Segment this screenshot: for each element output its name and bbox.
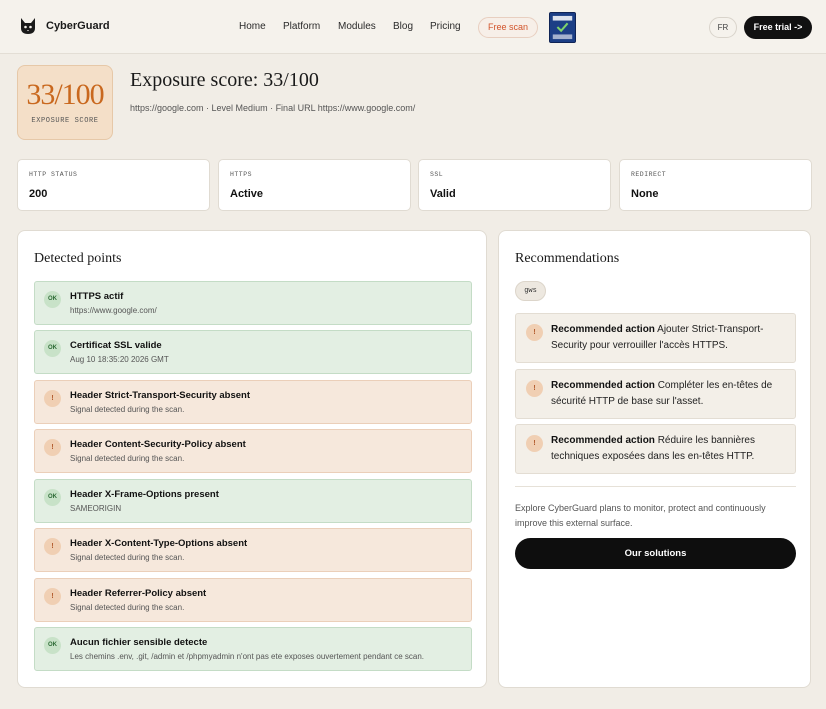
cat-logo-icon[interactable] [20,17,36,35]
point-title: Header Strict-Transport-Security absent [70,390,251,401]
detected-point-item: ! Header X-Content-Type-Options absent S… [34,528,472,572]
point-detail: Aug 10 18:35:20 2026 GMT [70,355,169,364]
recommendation-text: Recommended action Ajouter Strict-Transp… [551,322,787,354]
stat-label: HTTPS [230,171,253,178]
stat-label: SSL [430,171,444,178]
page-subtitle: https://google.com · Level Medium · Fina… [130,103,416,113]
stat-value: None [631,188,659,200]
recommendation-item: ! Recommended action Réduire les bannièr… [515,424,796,474]
warning-status-icon: ! [526,324,543,341]
stat-value: 200 [29,188,48,200]
server-tag: gws [515,281,546,301]
point-detail: Les chemins .env, .git, /admin et /phpmy… [70,652,425,661]
point-title: Aucun fichier sensible detecte [70,637,208,648]
cyber-essentials-plus-badge [549,12,576,43]
recommendation-text: Recommended action Compléter les en-tête… [551,378,787,410]
point-title: Header Content-Security-Policy absent [70,439,246,450]
divider [515,486,796,487]
point-title: HTTPS actif [70,291,124,302]
free-scan-button[interactable]: Free scan [478,17,538,38]
recommendation-lead: Recommended action [551,380,655,391]
score-caption: EXPOSURE SCORE [31,117,99,125]
ok-status-icon: OK [44,637,61,654]
recommendation-item: ! Recommended action Ajouter Strict-Tran… [515,313,796,363]
point-title: Header Referrer-Policy absent [70,588,207,599]
point-title: Header X-Frame-Options present [70,489,219,500]
recommendation-item: ! Recommended action Compléter les en-tê… [515,369,796,419]
recommendation-lead: Recommended action [551,324,655,335]
point-detail: Signal detected during the scan. [70,603,185,612]
nav-link-blog[interactable]: Blog [393,21,413,32]
warning-status-icon: ! [44,439,61,456]
ok-status-icon: OK [44,291,61,308]
stat-card-http-status: HTTP STATUS 200 [17,159,210,211]
our-solutions-button[interactable]: Our solutions [515,538,796,569]
stat-value: Valid [430,188,456,200]
stat-card-redirect: REDIRECT None [619,159,812,211]
nav-link-home[interactable]: Home [239,21,266,32]
brand-name[interactable]: CyberGuard [46,20,110,32]
detected-point-item: OK HTTPS actif https://www.google.com/ [34,281,472,325]
detected-point-item: OK Header X-Frame-Options present SAMEOR… [34,479,472,523]
detected-point-item: OK Certificat SSL valide Aug 10 18:35:20… [34,330,472,374]
ok-status-icon: OK [44,489,61,506]
recommendations-panel: Recommendations gws ! Recommended action… [498,230,811,688]
free-trial-button[interactable]: Free trial -> [744,16,812,39]
point-detail: SAMEORIGIN [70,504,122,513]
stat-card-ssl: SSL Valid [418,159,611,211]
detected-point-item: OK Aucun fichier sensible detecte Les ch… [34,627,472,671]
stat-label: HTTP STATUS [29,171,78,178]
stat-value: Active [230,188,264,200]
panel-title: Detected points [34,251,122,266]
recommendation-text: Recommended action Réduire les bannières… [551,433,787,465]
point-detail: Signal detected during the scan. [70,454,185,463]
point-title: Header X-Content-Type-Options absent [70,538,248,549]
point-detail: Signal detected during the scan. [70,405,185,414]
score-value: 33/100 [26,78,104,111]
nav-link-platform[interactable]: Platform [283,21,320,32]
detected-points-panel: Detected points OK HTTPS actif https://w… [17,230,487,688]
detected-point-item: ! Header Strict-Transport-Security absen… [34,380,472,424]
explore-text: Explore CyberGuard plans to monitor, pro… [515,503,766,528]
point-detail: https://www.google.com/ [70,306,157,315]
exposure-score-card: 33/100 EXPOSURE SCORE [17,65,113,140]
point-title: Certificat SSL valide [70,340,162,351]
stat-card-https: HTTPS Active [218,159,411,211]
recommendation-lead: Recommended action [551,435,655,446]
panel-title: Recommendations [515,251,620,266]
nav-link-pricing[interactable]: Pricing [430,21,461,32]
detected-point-item: ! Header Referrer-Policy absent Signal d… [34,578,472,622]
ok-status-icon: OK [44,340,61,357]
warning-status-icon: ! [44,538,61,555]
point-detail: Signal detected during the scan. [70,553,185,562]
warning-status-icon: ! [44,390,61,407]
nav-link-modules[interactable]: Modules [338,21,376,32]
page-title: Exposure score: 33/100 [130,69,319,91]
language-switch[interactable]: FR [709,17,737,38]
stat-label: REDIRECT [631,171,667,178]
warning-status-icon: ! [526,435,543,452]
warning-status-icon: ! [526,380,543,397]
top-navbar: CyberGuard Home Platform Modules Blog Pr… [0,0,826,54]
detected-point-item: ! Header Content-Security-Policy absent … [34,429,472,473]
warning-status-icon: ! [44,588,61,605]
